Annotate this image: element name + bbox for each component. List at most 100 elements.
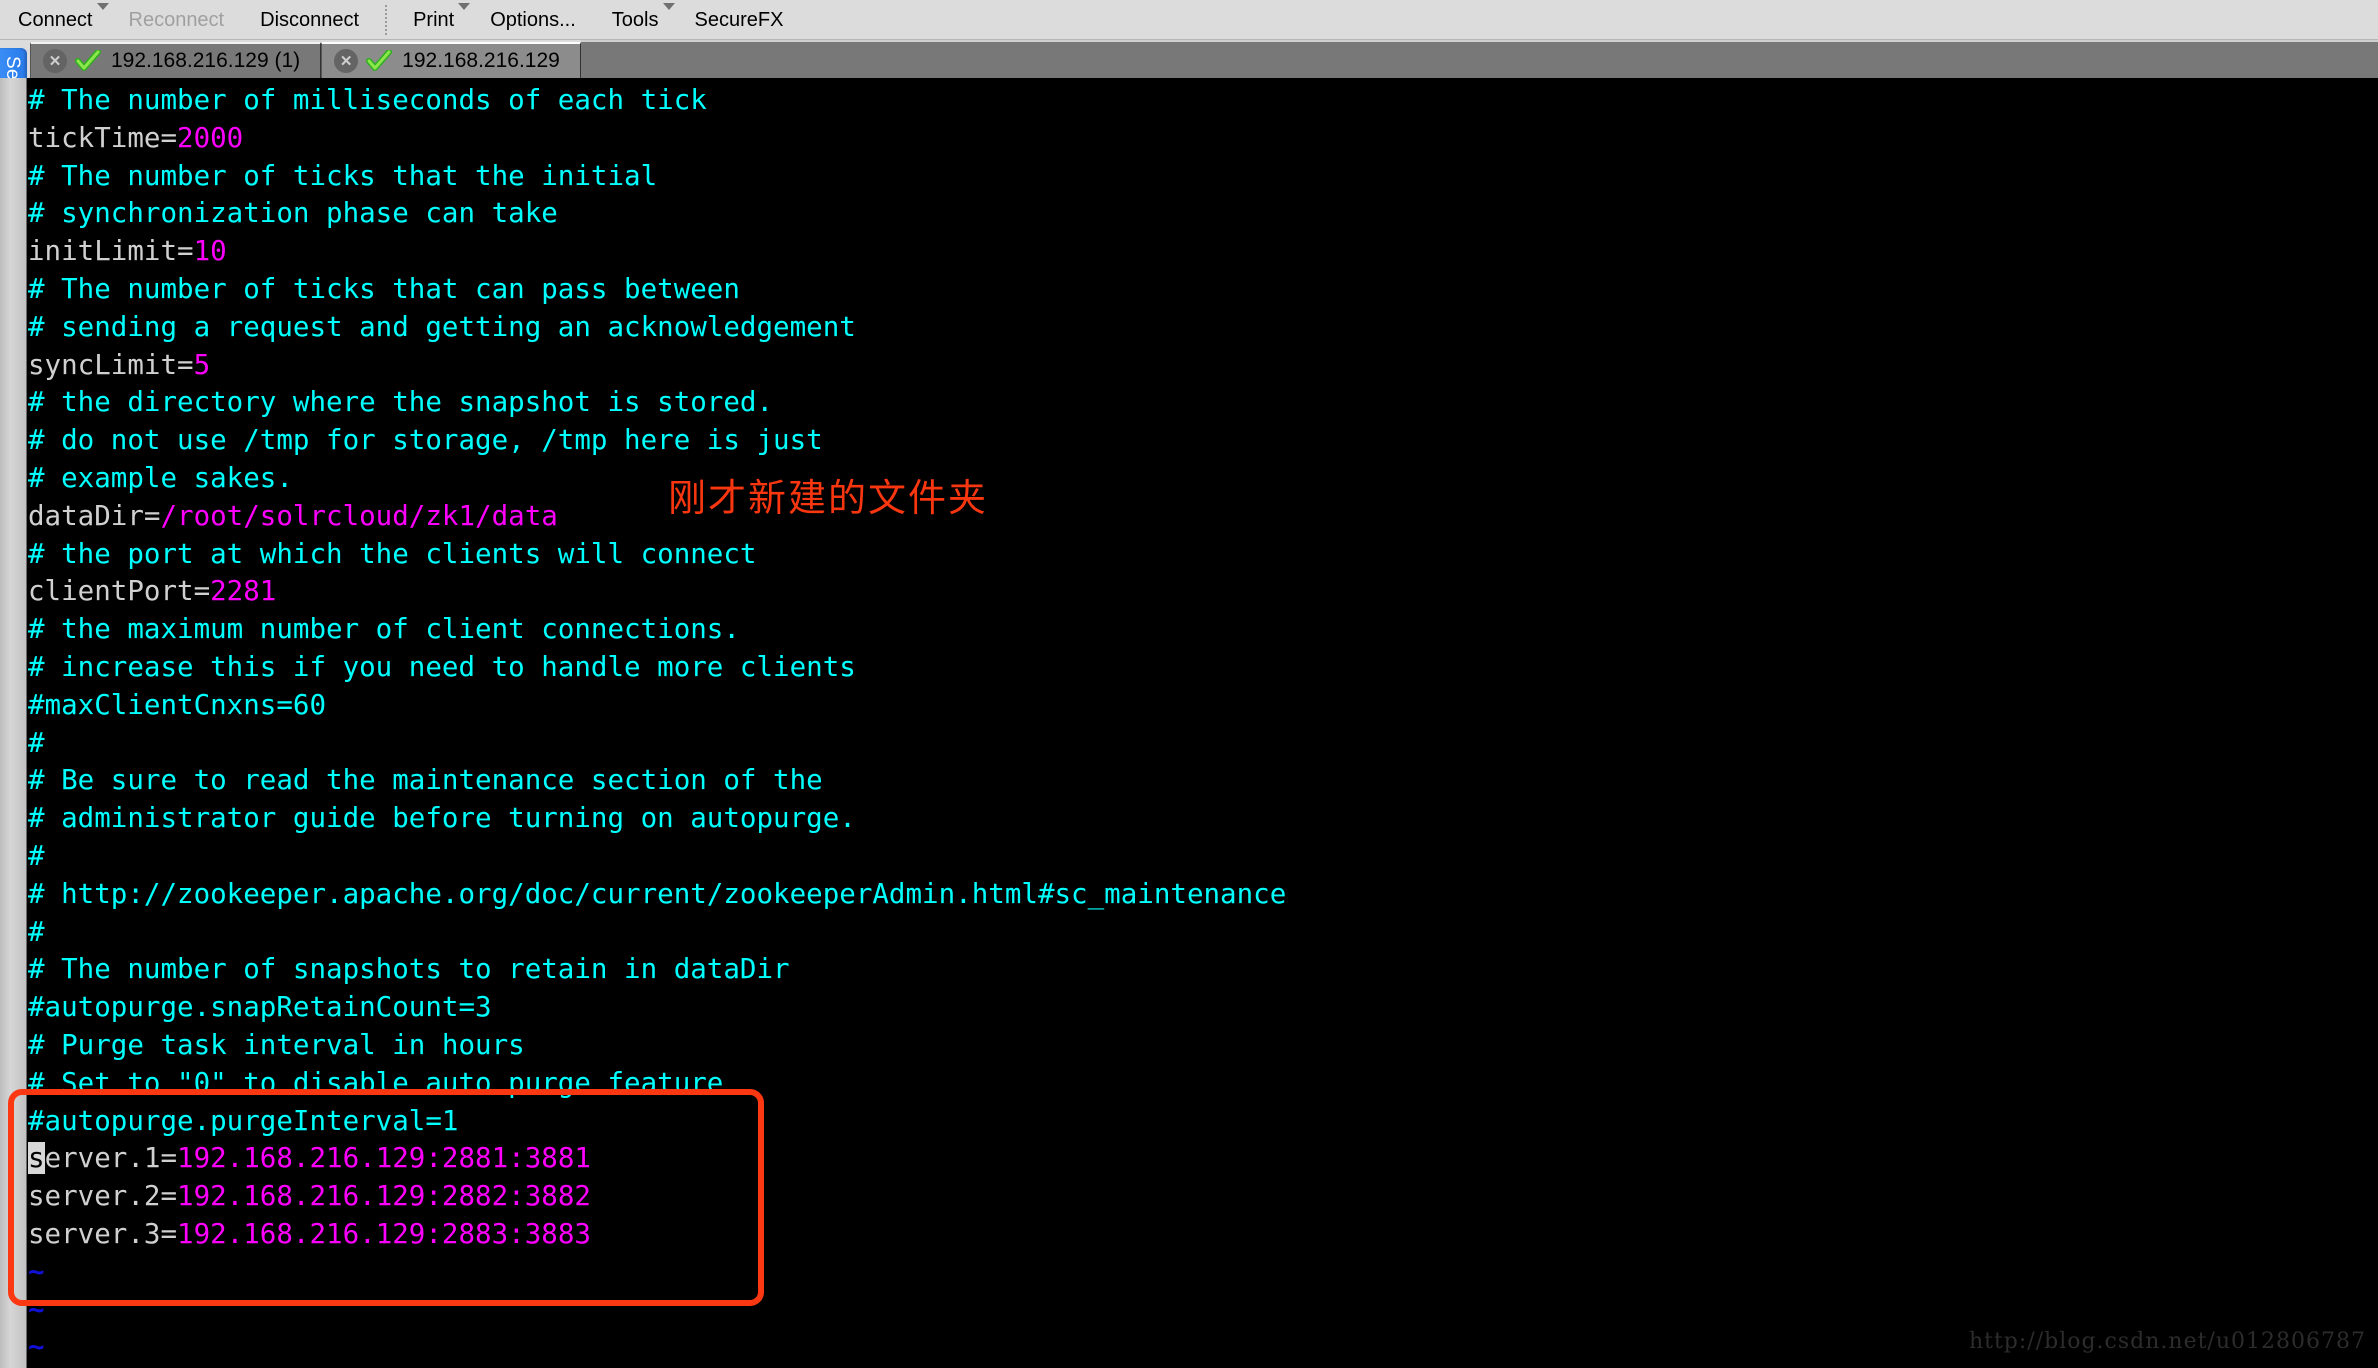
- terminal-line: #maxClientCnxns=60: [28, 687, 2378, 725]
- terminal-line: # sending a request and getting an ackno…: [28, 309, 2378, 347]
- toolbar-button-tools[interactable]: Tools: [594, 1, 677, 39]
- toolbar-button-tools-label: Tools: [611, 8, 659, 31]
- main-toolbar: Connect Reconnect Disconnect Print Optio…: [0, 0, 2378, 40]
- terminal-comment: #: [28, 915, 45, 948]
- terminal-line: #autopurge.purgeInterval=1: [28, 1103, 2378, 1141]
- toolbar-button-print-label: Print: [413, 8, 455, 31]
- terminal-comment: # administrator guide before turning on …: [28, 802, 856, 835]
- terminal-line: server.3=192.168.216.129:2883:3883: [28, 1216, 2378, 1254]
- toolbar-separator: [385, 4, 388, 35]
- terminal-comment: # the port at which the clients will con…: [28, 537, 757, 570]
- terminal-line: # Be sure to read the maintenance sectio…: [28, 762, 2378, 800]
- terminal-line: # http://zookeeper.apache.org/doc/curren…: [28, 876, 2378, 914]
- terminal-config-key: server.3=: [28, 1217, 178, 1250]
- terminal-config-value: 192.168.216.129:2881:3881: [177, 1142, 591, 1175]
- terminal-comment: # The number of snapshots to retain in d…: [28, 953, 790, 986]
- chevron-down-icon[interactable]: [96, 2, 109, 10]
- toolbar-button-securefx[interactable]: SecureFX: [677, 1, 802, 39]
- toolbar-button-options[interactable]: Options...: [472, 1, 594, 39]
- terminal-config-key: tickTime=: [28, 121, 178, 154]
- terminal-config-value: 192.168.216.129:2883:3883: [177, 1217, 591, 1250]
- terminal-comment: # synchronization phase can take: [28, 197, 558, 230]
- annotation-chinese-note: 刚才新建的文件夹: [668, 476, 989, 520]
- terminal-line: # do not use /tmp for storage, /tmp here…: [28, 422, 2378, 460]
- terminal-area: # The number of milliseconds of each tic…: [0, 78, 2378, 1368]
- terminal-comment: # The number of milliseconds of each tic…: [28, 84, 707, 116]
- terminal-config-key: server.2=: [28, 1180, 178, 1213]
- toolbar-button-disconnect[interactable]: Disconnect: [242, 1, 377, 39]
- terminal-comment: #maxClientCnxns=60: [28, 688, 327, 721]
- terminal-config-key: server.1=: [28, 1142, 178, 1175]
- terminal-comment: #: [28, 839, 45, 872]
- terminal-comment: #autopurge.snapRetainCount=3: [28, 991, 492, 1024]
- terminal-line: ~: [28, 1254, 2378, 1292]
- terminal-line: # The number of milliseconds of each tic…: [28, 82, 2378, 120]
- toolbar-button-connect[interactable]: Connect: [0, 1, 111, 39]
- terminal-comment: #autopurge.purgeInterval=1: [28, 1104, 459, 1137]
- terminal-comment: # http://zookeeper.apache.org/doc/curren…: [28, 877, 1287, 910]
- terminal-line: # The number of ticks that the initial: [28, 158, 2378, 196]
- terminal-comment: # Be sure to read the maintenance sectio…: [28, 764, 823, 797]
- terminal-line: # The number of snapshots to retain in d…: [28, 951, 2378, 989]
- terminal-comment: # Purge task interval in hours: [28, 1028, 525, 1061]
- terminal-tilde-marker: ~: [28, 1255, 45, 1288]
- terminal-line: server.1=192.168.216.129:2881:3881: [28, 1140, 2378, 1178]
- terminal-line: dataDir=/root/solrcloud/zk1/data: [28, 498, 2378, 536]
- terminal-comment: #: [28, 726, 45, 759]
- session-tab-0[interactable]: ✕ 192.168.216.129 (1): [30, 42, 322, 78]
- terminal-config-value: 2281: [210, 575, 277, 608]
- terminal-text[interactable]: # The number of milliseconds of each tic…: [28, 78, 2378, 1368]
- toolbar-button-disconnect-label: Disconnect: [260, 8, 360, 31]
- session-tab-1[interactable]: ✕ 192.168.216.129: [321, 42, 581, 78]
- terminal-config-value: 5: [193, 348, 211, 381]
- terminal-cursor: s: [28, 1142, 45, 1175]
- terminal-line: syncLimit=5: [28, 347, 2378, 385]
- terminal-config-value: 192.168.216.129:2882:3882: [177, 1180, 591, 1213]
- terminal-line: #: [28, 914, 2378, 952]
- terminal-config-value: 10: [193, 235, 227, 268]
- terminal-line: #autopurge.snapRetainCount=3: [28, 989, 2378, 1027]
- terminal-comment: # The number of ticks that can pass betw…: [28, 272, 740, 305]
- session-tab-strip: ✕ 192.168.216.129 (1) ✕ 192.168.216.129: [0, 40, 2378, 78]
- terminal-line: # the port at which the clients will con…: [28, 536, 2378, 574]
- close-icon[interactable]: ✕: [334, 49, 359, 73]
- terminal-config-key: syncLimit=: [28, 348, 194, 381]
- terminal-line: # Set to "0" to disable auto purge featu…: [28, 1065, 2378, 1103]
- toolbar-button-reconnect-label: Reconnect: [128, 8, 225, 31]
- terminal-line: #: [28, 838, 2378, 876]
- terminal-line: # administrator guide before turning on …: [28, 800, 2378, 838]
- terminal-line: # The number of ticks that can pass betw…: [28, 271, 2378, 309]
- watermark-url: http://blog.csdn.net/u012806787: [1968, 1329, 2366, 1354]
- terminal-tilde-marker: ~: [28, 1331, 45, 1364]
- terminal-config-key: dataDir=: [28, 499, 161, 532]
- terminal-config-value: /root/solrcloud/zk1/data: [160, 499, 558, 532]
- terminal-comment: # increase this if you need to handle mo…: [28, 650, 856, 683]
- toolbar-button-options-label: Options...: [490, 8, 576, 31]
- terminal-comment: # example sakes.: [28, 461, 293, 494]
- terminal-line: # Purge task interval in hours: [28, 1027, 2378, 1065]
- green-check-icon: [366, 49, 393, 73]
- toolbar-button-securefx-label: SecureFX: [694, 8, 784, 31]
- session-tab-1-label: 192.168.216.129: [402, 49, 560, 72]
- terminal-comment: # sending a request and getting an ackno…: [28, 310, 856, 343]
- terminal-left-gutter[interactable]: [0, 78, 27, 1368]
- chevron-down-icon[interactable]: [458, 2, 471, 10]
- toolbar-button-reconnect: Reconnect: [111, 1, 243, 39]
- terminal-line: clientPort=2281: [28, 573, 2378, 611]
- terminal-line: initLimit=10: [28, 233, 2378, 271]
- terminal-comment: # do not use /tmp for storage, /tmp here…: [28, 424, 823, 457]
- toolbar-button-connect-label: Connect: [18, 8, 93, 31]
- terminal-config-value: 2000: [177, 121, 244, 154]
- terminal-line: tickTime=2000: [28, 120, 2378, 158]
- terminal-comment: # the maximum number of client connectio…: [28, 613, 740, 646]
- close-icon[interactable]: ✕: [43, 49, 67, 73]
- toolbar-button-print[interactable]: Print: [395, 1, 472, 39]
- terminal-line: # synchronization phase can take: [28, 195, 2378, 233]
- securecrt-window: Connect Reconnect Disconnect Print Optio…: [0, 0, 2378, 1368]
- terminal-line: # example sakes.: [28, 460, 2378, 498]
- terminal-line: #: [28, 725, 2378, 763]
- terminal-line: server.2=192.168.216.129:2882:3882: [28, 1178, 2378, 1216]
- terminal-comment: # The number of ticks that the initial: [28, 159, 658, 192]
- chevron-down-icon[interactable]: [662, 2, 675, 10]
- terminal-config-key: initLimit=: [28, 235, 194, 268]
